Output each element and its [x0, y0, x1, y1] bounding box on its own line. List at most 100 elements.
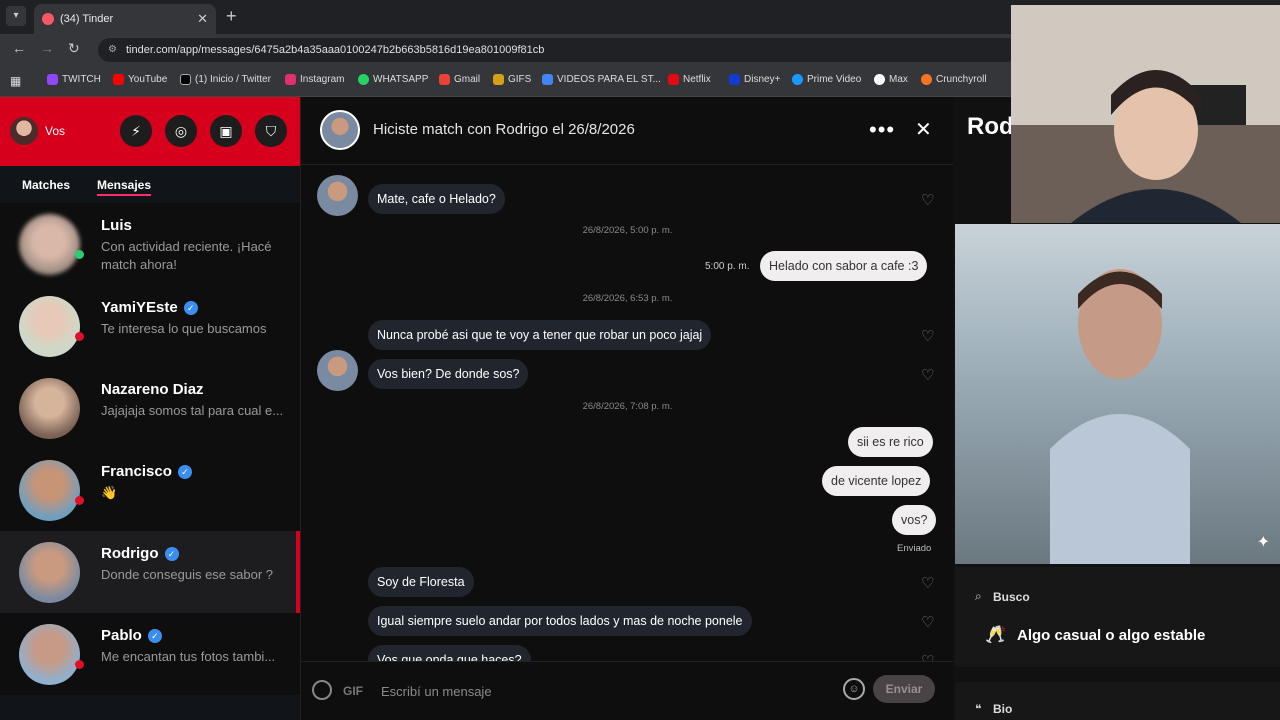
- gifs-icon: [493, 74, 504, 85]
- my-avatar[interactable]: [10, 117, 38, 145]
- like-heart-icon[interactable]: ♡: [921, 366, 934, 384]
- conversation-item[interactable]: Luis Con actividad reciente. ¡Hacé match …: [0, 203, 300, 285]
- chat-panel: Hiciste match con Rodrigo el 26/8/2026 •…: [300, 97, 954, 720]
- conversation-name-text: YamiYEste: [101, 299, 178, 316]
- search-icon: ⌕: [975, 589, 982, 603]
- more-options-icon[interactable]: •••: [869, 117, 895, 143]
- conversation-name-text: Rodrigo: [101, 545, 159, 562]
- conversation-last-message: 👋: [101, 485, 118, 500]
- bookmark-instagram[interactable]: Instagram: [285, 74, 344, 85]
- safety-shield-icon[interactable]: ⛉: [255, 115, 287, 147]
- conversation-avatar: [19, 378, 80, 439]
- message-outgoing: de vicente lopez: [822, 466, 931, 496]
- profile-person-image: [1050, 269, 1190, 564]
- like-heart-icon[interactable]: ♡: [921, 574, 934, 592]
- site-info-icon[interactable]: ⚙: [108, 38, 117, 62]
- conversation-name: Pablo ✓: [101, 627, 162, 644]
- bio-section: ❝ Bio: [955, 682, 1280, 720]
- gif-button[interactable]: GIF: [343, 684, 363, 698]
- tab-matches[interactable]: Matches: [22, 178, 70, 192]
- conversation-avatar: [19, 214, 80, 275]
- activity-dot: [75, 496, 84, 505]
- tab-title: (34) Tinder: [60, 13, 114, 25]
- match-title: Hiciste match con Rodrigo el 26/8/2026: [373, 121, 635, 138]
- conversation-item[interactable]: YamiYEste ✓ Te interesa lo que buscamos: [0, 285, 300, 367]
- conversation-item[interactable]: Nazareno Diaz Jajajaja somos tal para cua…: [0, 367, 300, 449]
- conversation-item[interactable]: Rodrigo ✓ Donde conseguis ese sabor ?: [0, 531, 300, 613]
- tab-search-icon[interactable]: ▾: [6, 6, 26, 26]
- address-bar[interactable]: ⚙ tinder.com/app/messages/6475a2b4a35aaa…: [98, 38, 1018, 62]
- conversation-avatar: [19, 460, 80, 521]
- close-tab-icon[interactable]: ✕: [197, 11, 208, 27]
- bookmark-whatsapp[interactable]: WHATSAPP: [358, 74, 428, 85]
- tab-mensajes[interactable]: Mensajes: [97, 178, 152, 196]
- message-outgoing: vos?: [892, 505, 937, 535]
- conversation-name-text: Pablo: [101, 627, 142, 644]
- bookmark-gifs[interactable]: GIFS: [493, 74, 531, 85]
- url-text: tinder.com/app/messages/6475a2b4a35aaa01…: [126, 44, 545, 56]
- bookmark-crunchyroll[interactable]: Crunchyroll: [921, 74, 987, 85]
- bio-quote-icon: ❝: [975, 702, 982, 716]
- bookmark-twitter[interactable]: (1) Inicio / Twitter: [180, 74, 271, 85]
- conversation-item[interactable]: Pablo ✓ Me encantan tus fotos tambi...: [0, 613, 300, 695]
- looking-for-title: Busco: [993, 590, 1030, 604]
- my-profile-label[interactable]: Vos: [45, 124, 65, 138]
- conversation-name: Rodrigo ✓: [101, 545, 179, 562]
- message-outgoing: Helado con sabor a cafe :3: [760, 251, 928, 281]
- message-incoming: Igual siempre suelo andar por todos lado…: [368, 606, 752, 636]
- activity-dot: [75, 660, 84, 669]
- sender-avatar[interactable]: [317, 175, 358, 216]
- emoji-icon[interactable]: ☺: [843, 678, 865, 700]
- match-avatar[interactable]: [320, 110, 360, 150]
- sidebar-header: Vos ⚡ ◎ ▣ ⛉: [0, 97, 300, 166]
- forward-arrow-icon[interactable]: →: [40, 40, 54, 56]
- message-incoming: Mate, cafe o Helado?: [368, 184, 505, 214]
- max-icon: [874, 74, 885, 85]
- prime-video-icon: [792, 74, 803, 85]
- message-time: 5:00 p. m.: [705, 261, 750, 272]
- bookmark-disney[interactable]: Disney+: [729, 74, 780, 85]
- bookmark-netflix[interactable]: Netflix: [668, 74, 711, 85]
- gmail-icon: [439, 74, 450, 85]
- bookmark-prime[interactable]: Prime Video: [792, 74, 861, 85]
- timestamp: 26/8/2026, 6:53 p. m.: [582, 293, 673, 304]
- briefcase-icon[interactable]: ▣: [210, 115, 242, 147]
- bookmark-max[interactable]: Max: [874, 74, 908, 85]
- boost-lightning-icon[interactable]: ⚡: [120, 115, 152, 147]
- conversation-last-message: Jajajaja somos tal para cual e...: [101, 403, 284, 418]
- sender-avatar[interactable]: [317, 350, 358, 391]
- browser-tab[interactable]: (34) Tinder ✕: [34, 4, 216, 34]
- like-heart-icon[interactable]: ♡: [921, 327, 934, 345]
- sent-status: Enviado: [897, 543, 932, 554]
- message-outgoing: sii es re rico: [848, 427, 933, 457]
- close-icon[interactable]: ✕: [915, 117, 932, 142]
- send-button[interactable]: Enviar: [873, 675, 935, 703]
- activity-dot: [75, 332, 84, 341]
- webcam-overlay: [1011, 5, 1280, 223]
- new-tab-icon[interactable]: +: [226, 6, 237, 27]
- like-heart-icon[interactable]: ♡: [921, 191, 934, 209]
- conversation-avatar: [19, 542, 80, 603]
- conversation-name: Francisco ✓: [101, 463, 192, 480]
- like-heart-icon[interactable]: ♡: [921, 613, 934, 631]
- reload-icon[interactable]: ↻: [68, 40, 80, 57]
- conversation-last-message: Con actividad reciente. ¡Hacé match ahor…: [101, 239, 272, 272]
- message-input[interactable]: [381, 676, 821, 706]
- conversation-item[interactable]: Francisco ✓ 👋: [0, 449, 300, 531]
- sticker-icon[interactable]: [312, 680, 332, 700]
- verified-badge-icon: ✓: [183, 300, 198, 315]
- back-arrow-icon[interactable]: ←: [12, 40, 26, 56]
- conversation-name: Luis: [101, 217, 132, 234]
- instagram-icon: [285, 74, 296, 85]
- explore-compass-icon[interactable]: ◎: [165, 115, 197, 147]
- activity-dot: [75, 250, 84, 259]
- apps-grid-icon[interactable]: ▦: [10, 74, 21, 88]
- bookmark-videos[interactable]: VIDEOS PARA EL ST...: [542, 74, 661, 85]
- profile-photo[interactable]: ✦: [955, 224, 1280, 564]
- conversation-last-message: Me encantan tus fotos tambi...: [101, 649, 276, 664]
- message-incoming: Vos bien? De donde sos?: [368, 359, 529, 389]
- bookmark-youtube[interactable]: YouTube: [113, 74, 167, 85]
- conversation-name-text: Nazareno Diaz: [101, 381, 204, 398]
- bookmark-gmail[interactable]: Gmail: [439, 74, 480, 85]
- bookmark-twitch[interactable]: TWITCH: [47, 74, 101, 85]
